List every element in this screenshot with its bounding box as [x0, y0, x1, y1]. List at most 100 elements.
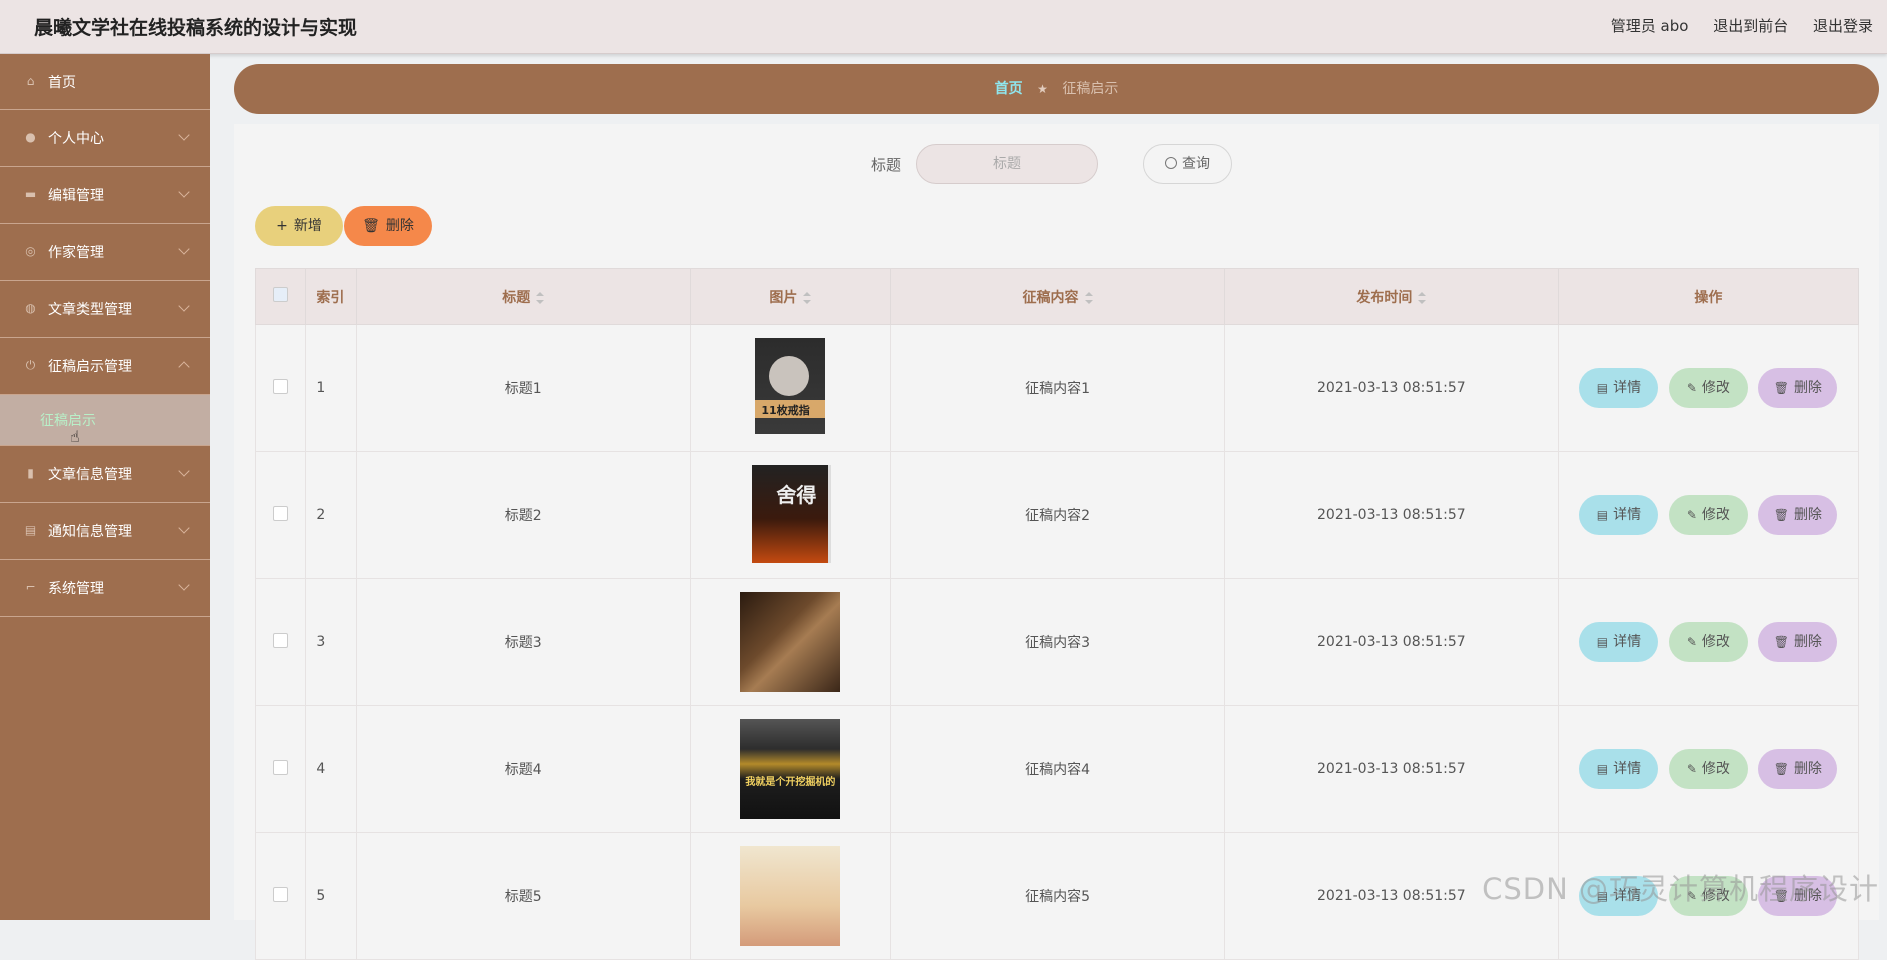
add-button-label: 新增 — [293, 218, 322, 234]
pencil-icon: ✎ — [1686, 381, 1697, 395]
search-button[interactable]: 查询 — [1143, 144, 1232, 184]
column-header-content[interactable]: 征稿内容 — [890, 268, 1225, 325]
edit-button[interactable]: ✎ 修改 — [1668, 495, 1748, 535]
book-cover-text: 舍得 — [776, 483, 817, 507]
power-icon: ⏻ — [25, 358, 36, 372]
add-button[interactable]: + 新增 — [255, 206, 343, 246]
sidebar-item-writer-management[interactable]: ◎ 作家管理 — [0, 224, 210, 281]
row-delete-button[interactable]: 🗑 删除 — [1758, 495, 1838, 535]
row-image-cell — [689, 578, 892, 706]
bulk-delete-button[interactable]: 🗑 删除 — [344, 206, 432, 246]
column-header-time[interactable]: 发布时间 — [1223, 268, 1559, 325]
book-cover-image: 11枚戒指 — [740, 338, 840, 438]
sort-icon[interactable] — [1418, 291, 1427, 304]
column-header-time-label: 发布时间 — [1356, 289, 1413, 306]
watermark: CSDN @巧灵计算机程序设计 — [1482, 872, 1879, 906]
chevron-down-icon — [178, 465, 190, 477]
row-checkbox[interactable] — [273, 505, 289, 521]
row-content: 征稿内容4 — [890, 705, 1225, 833]
row-ops-cell: ▤ 详情 ✎ 修改 🗑 删除 — [1557, 705, 1860, 833]
sidebar-item-editor-management[interactable]: ▬ 编辑管理 — [0, 167, 210, 224]
row-title: 标题4 — [355, 705, 691, 833]
row-checkbox[interactable] — [273, 886, 289, 902]
detail-button-label: 详情 — [1613, 761, 1642, 777]
row-index: 5 — [305, 832, 357, 960]
row-checkbox[interactable] — [273, 378, 289, 394]
sidebar-subitem-call-for-papers[interactable]: 征稿启示 ☝ — [0, 395, 210, 446]
sidebar-item-article-type-management[interactable]: ◍ 文章类型管理 — [0, 281, 210, 338]
book-cover-image: 舍得 — [740, 465, 840, 565]
row-delete-button[interactable]: 🗑 删除 — [1758, 622, 1838, 662]
row-select-cell — [254, 578, 307, 706]
exit-to-front-link[interactable]: 退出到前台 — [1713, 17, 1788, 35]
sort-icon[interactable] — [803, 291, 812, 304]
row-select-cell — [254, 324, 307, 452]
edit-button-label: 修改 — [1701, 507, 1730, 523]
row-title: 标题3 — [355, 578, 691, 706]
column-header-image[interactable]: 图片 — [689, 268, 892, 325]
sidebar-item-personal-center[interactable]: ● 个人中心 — [0, 110, 210, 167]
detail-button[interactable]: ▤ 详情 — [1579, 622, 1659, 662]
search-bar: 标题 查询 — [234, 144, 1879, 184]
sidebar-item-label: 系统管理 — [48, 581, 104, 597]
search-button-label: 查询 — [1182, 156, 1210, 172]
trash-icon: 🗑 — [1773, 381, 1789, 395]
row-content: 征稿内容3 — [890, 578, 1225, 706]
book-cover-image: 我就是个开挖掘机的 — [740, 719, 841, 819]
edit-button[interactable]: ✎ 修改 — [1668, 749, 1748, 789]
pencil-icon: ✎ — [1686, 508, 1697, 522]
search-input[interactable] — [916, 144, 1098, 184]
sort-icon[interactable] — [1084, 291, 1093, 304]
row-index: 3 — [305, 578, 357, 706]
clipboard-icon: ▤ — [24, 523, 37, 537]
sidebar-item-label: 通知信息管理 — [48, 524, 132, 540]
sidebar-item-article-info-management[interactable]: ▮ 文章信息管理 — [0, 446, 210, 503]
row-checkbox[interactable] — [273, 759, 289, 775]
breadcrumb-current: 征稿启示 — [1062, 81, 1119, 97]
sidebar-item-label: 首页 — [48, 75, 76, 91]
chevron-up-icon — [178, 361, 190, 373]
row-image-cell — [689, 832, 892, 960]
submissions-table: 索引 标题 图片 征稿内容 发布时间 操作 1 标题1 11枚戒指 征稿内容1 … — [254, 268, 1860, 960]
row-content: 征稿内容1 — [890, 324, 1225, 452]
edit-button[interactable]: ✎ 修改 — [1668, 622, 1748, 662]
row-delete-button-label: 删除 — [1793, 507, 1822, 523]
breadcrumb-home[interactable]: 首页 — [995, 81, 1023, 97]
sort-icon[interactable] — [536, 291, 545, 304]
detail-button[interactable]: ▤ 详情 — [1579, 495, 1659, 535]
sidebar-item-call-for-papers-management[interactable]: ⏻ 征稿启示管理 — [0, 338, 210, 395]
monitor-icon: ▬ — [24, 187, 37, 201]
document-icon: ▤ — [1596, 635, 1609, 649]
row-delete-button[interactable]: 🗑 删除 — [1758, 749, 1838, 789]
sidebar-item-system-management[interactable]: ⌐ 系统管理 — [0, 560, 210, 617]
row-delete-button[interactable]: 🗑 删除 — [1758, 368, 1838, 408]
edit-button[interactable]: ✎ 修改 — [1668, 368, 1748, 408]
edit-button-label: 修改 — [1701, 380, 1730, 396]
column-header-index: 索引 — [305, 268, 357, 325]
select-all-cell — [254, 268, 307, 325]
column-header-title[interactable]: 标题 — [355, 268, 691, 325]
detail-button[interactable]: ▤ 详情 — [1579, 368, 1659, 408]
basketball-icon: ◍ — [25, 301, 36, 315]
main-content: 标题 查询 +新增 🗑删除 索引 标题 图片 征稿内容 发布 — [234, 124, 1879, 960]
detail-button[interactable]: ▤ 详情 — [1579, 749, 1659, 789]
row-delete-button-label: 删除 — [1793, 380, 1822, 396]
sidebar-item-home[interactable]: ⌂ 首页 — [0, 54, 210, 110]
row-checkbox[interactable] — [273, 632, 289, 648]
column-header-content-label: 征稿内容 — [1022, 289, 1079, 306]
row-select-cell — [254, 451, 307, 579]
row-time: 2021-03-13 08:51:57 — [1223, 324, 1559, 452]
row-content: 征稿内容2 — [890, 451, 1225, 579]
book-cover-text: 11枚戒指 — [761, 404, 810, 417]
edit-button-label: 修改 — [1701, 761, 1730, 777]
trash-icon: 🗑 — [1773, 762, 1789, 776]
app-title: 晨曦文学社在线投稿系统的设计与实现 — [34, 17, 358, 39]
logout-link[interactable]: 退出登录 — [1813, 17, 1873, 35]
sidebar-item-label: 征稿启示管理 — [48, 359, 132, 375]
sidebar-item-notice-management[interactable]: ▤ 通知信息管理 — [0, 503, 210, 560]
chart-icon: ▮ — [27, 466, 34, 480]
chevron-down-icon — [178, 186, 190, 198]
edit-button-label: 修改 — [1701, 634, 1730, 650]
select-all-checkbox[interactable] — [273, 287, 289, 302]
table-row: 2 标题2 舍得 征稿内容2 2021-03-13 08:51:57 ▤ 详情 ✎… — [254, 451, 1860, 579]
